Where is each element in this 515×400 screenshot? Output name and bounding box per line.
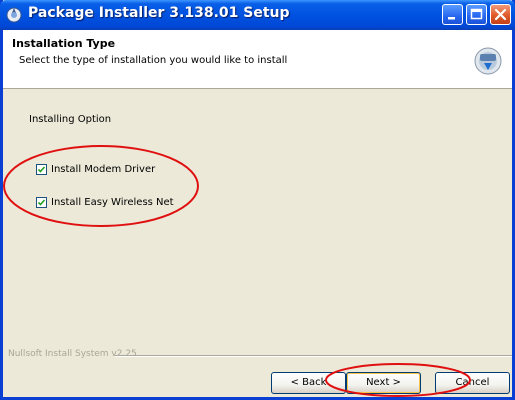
option-label[interactable]: Install Easy Wireless Net (51, 197, 174, 208)
maximize-button[interactable] (466, 4, 487, 25)
back-button[interactable]: < Back (271, 372, 346, 394)
installer-disc-icon (474, 47, 502, 75)
next-button[interactable]: Next > (346, 372, 421, 394)
maximize-icon (470, 8, 483, 20)
page-subtitle: Select the type of installation you woul… (19, 55, 288, 66)
close-icon (494, 8, 507, 21)
installing-option-label: Installing Option (29, 114, 112, 125)
title-bar[interactable]: Package Installer 3.138.01 Setup (0, 0, 515, 30)
installer-app-icon (6, 7, 22, 23)
minimize-button[interactable] (442, 4, 463, 25)
close-button[interactable] (490, 4, 511, 25)
option-install-easy-wireless-net[interactable]: Install Easy Wireless Net (36, 195, 174, 209)
page-header: Installation Type Select the type of ins… (3, 30, 512, 89)
nsis-branding: Nullsoft Install System v2.25 (8, 349, 137, 359)
option-label[interactable]: Install Modem Driver (51, 164, 155, 175)
window-title: Package Installer 3.138.01 Setup (28, 5, 290, 21)
footer-divider (115, 355, 512, 357)
checkmark-icon (37, 165, 46, 173)
cancel-button[interactable]: Cancel (435, 372, 510, 394)
checkbox-modem-driver[interactable] (36, 163, 47, 175)
checkmark-icon (37, 198, 46, 206)
page-title: Installation Type (12, 37, 116, 50)
dialog-body: Installing Option Install Modem Driver I… (3, 89, 512, 400)
option-install-modem-driver[interactable]: Install Modem Driver (36, 162, 155, 176)
installer-window: Package Installer 3.138.01 Setup Install… (0, 0, 515, 400)
minimize-icon (448, 17, 455, 20)
checkbox-easy-wireless-net[interactable] (36, 196, 47, 208)
